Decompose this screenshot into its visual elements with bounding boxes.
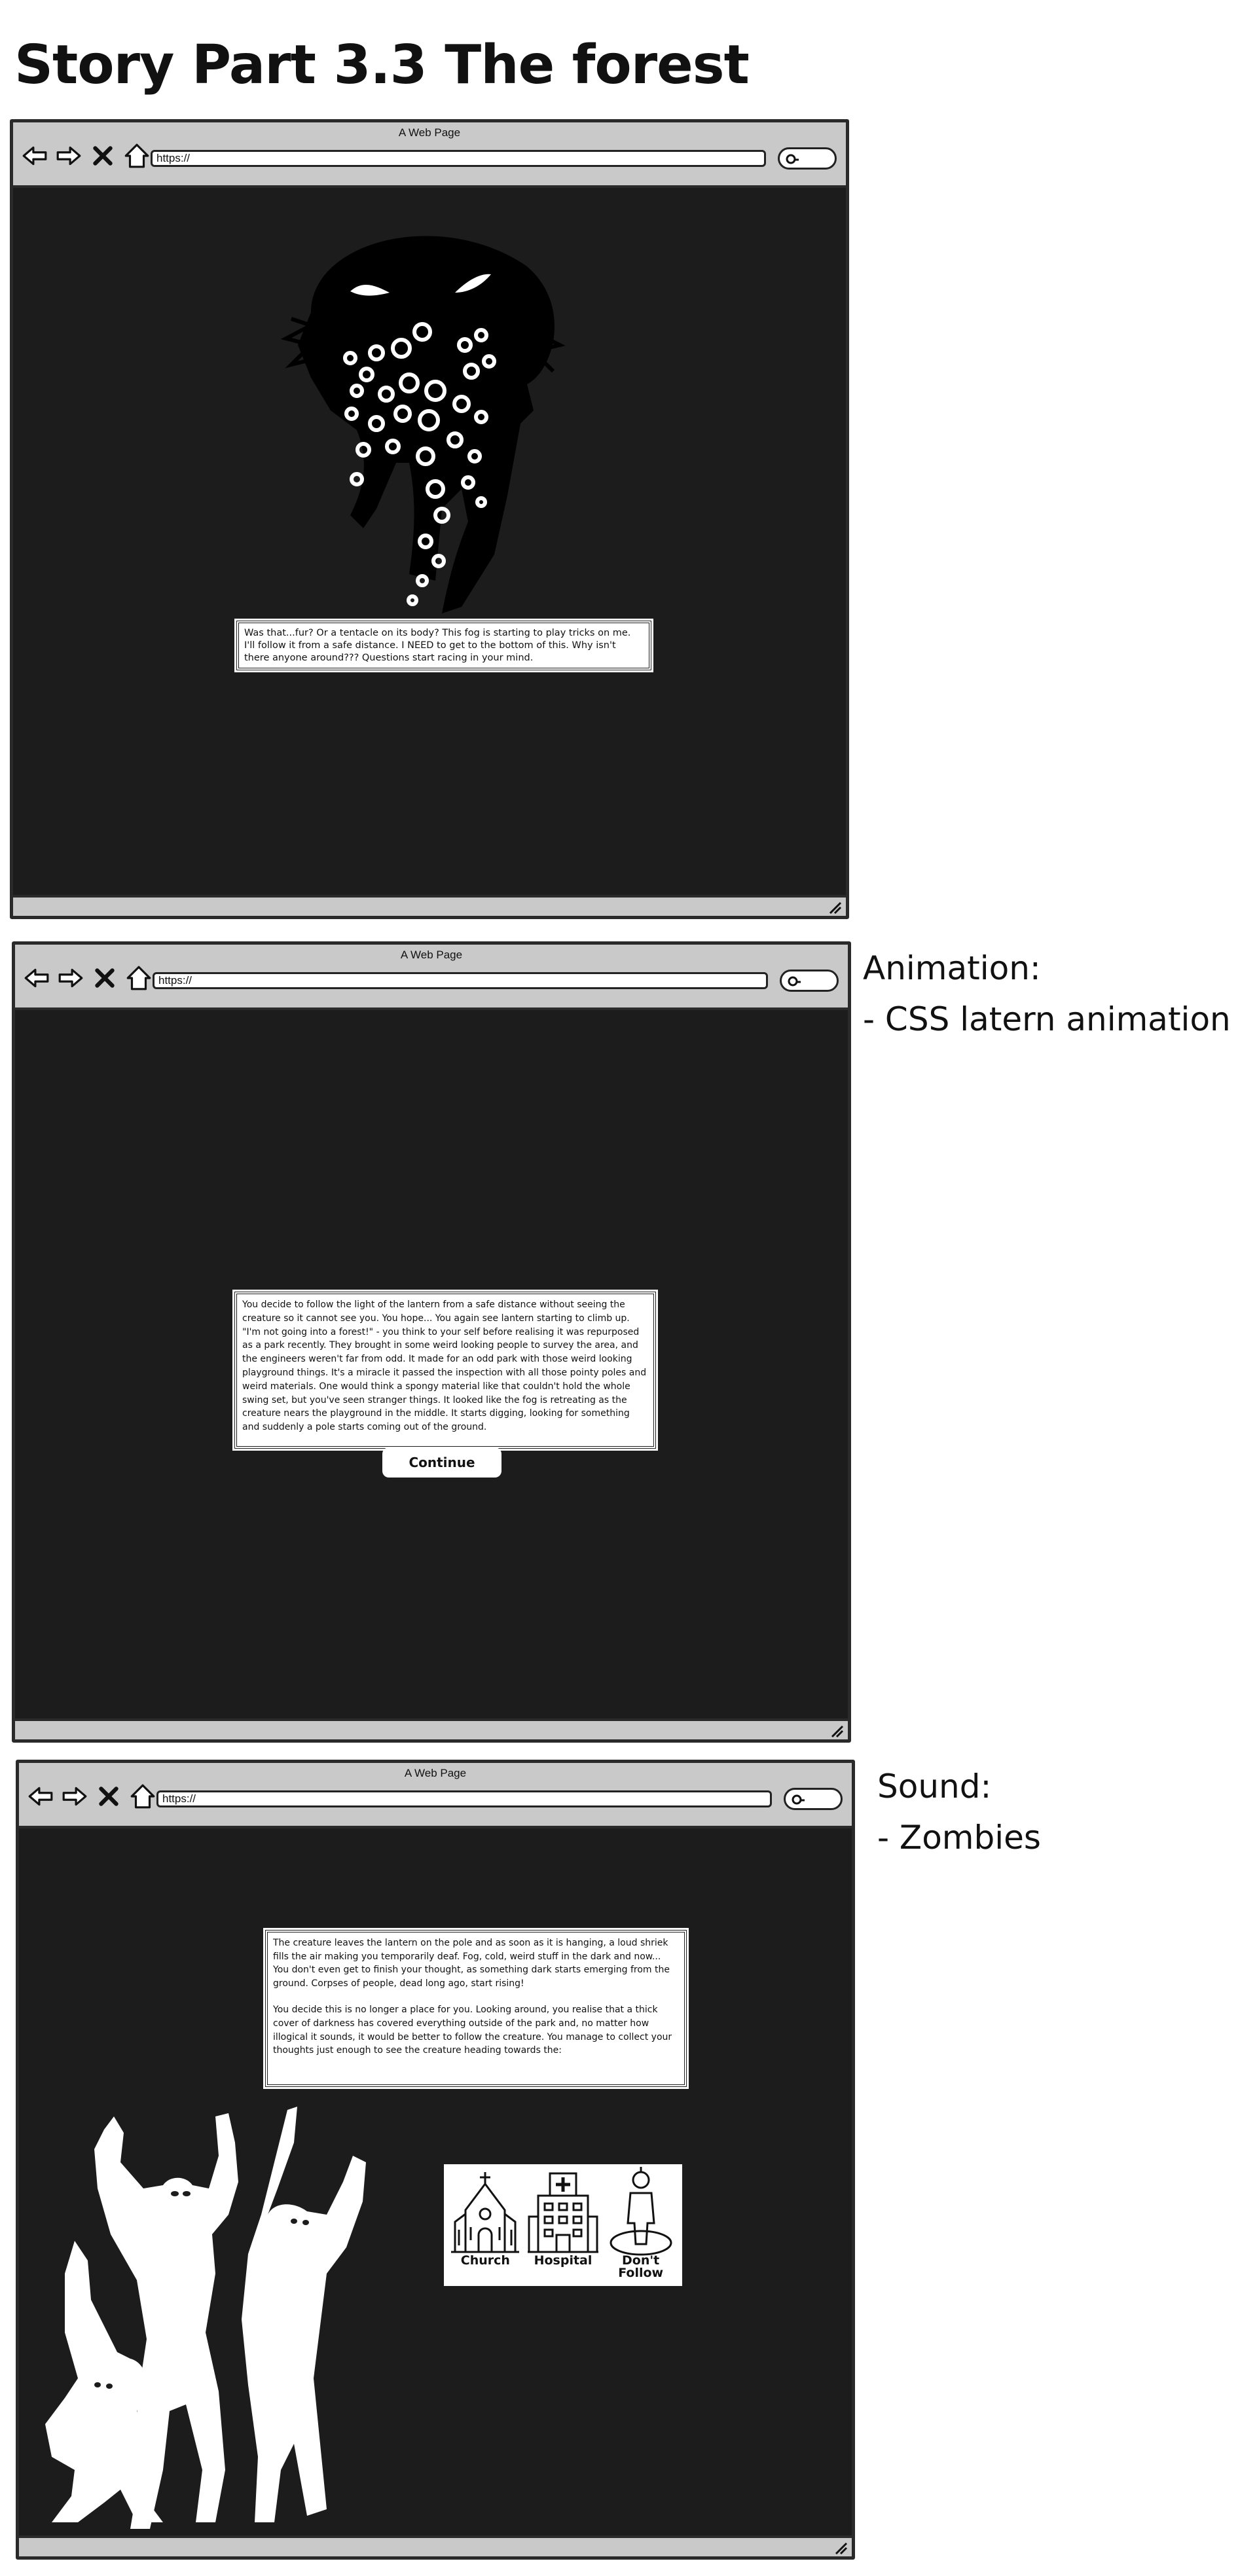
choice-church[interactable]: Church — [447, 2167, 523, 2283]
continue-button[interactable]: Continue — [382, 1447, 501, 1478]
tentacle-creature-illustration — [280, 236, 566, 613]
url-bar[interactable]: https:// — [151, 150, 766, 167]
close-icon[interactable] — [95, 1783, 122, 1810]
search-icon — [788, 976, 801, 987]
search-icon — [792, 1794, 805, 1805]
search-field[interactable] — [778, 147, 837, 170]
animation-note: Animation: - CSS latern animation — [863, 943, 1231, 1045]
close-icon[interactable] — [91, 964, 118, 992]
window-title: A Web Page — [398, 126, 461, 139]
url-bar[interactable]: https:// — [156, 1790, 772, 1807]
back-arrow-icon[interactable] — [23, 964, 50, 992]
back-arrow-icon[interactable] — [21, 142, 48, 170]
story-text-box: Was that...fur? Or a tentacle on its bod… — [234, 619, 653, 672]
church-icon — [451, 2172, 520, 2253]
person-icon — [610, 2167, 672, 2256]
choice-dont-follow-label: Don't Follow — [618, 2253, 664, 2280]
home-icon[interactable] — [123, 142, 151, 170]
destination-choices: Church Hospital Don't Follow — [442, 2162, 684, 2288]
browser-toolbar: A Web Page https:// — [15, 945, 848, 1010]
page-title: Story Part 3.3 The forest — [14, 34, 750, 96]
page-content: You decide to follow the light of the la… — [15, 1010, 848, 1718]
story-text-box: The creature leaves the lantern on the p… — [263, 1928, 689, 2089]
sound-note-heading: Sound: — [877, 1768, 992, 1805]
story-paragraph-1: The creature leaves the lantern on the p… — [273, 1938, 670, 1989]
animation-note-item: - CSS latern animation — [863, 1000, 1231, 1038]
home-icon[interactable] — [125, 964, 153, 992]
forward-arrow-icon[interactable] — [57, 964, 84, 992]
choice-hospital[interactable]: Hospital — [525, 2167, 601, 2283]
browser-window-1: A Web Page https:// Was that...fur? Or a… — [10, 119, 849, 919]
status-bar — [15, 1718, 848, 1739]
forward-arrow-icon[interactable] — [61, 1783, 88, 1810]
sound-note: Sound: - Zombies — [877, 1761, 1041, 1863]
close-icon[interactable] — [89, 142, 117, 170]
choice-hospital-label: Hospital — [534, 2253, 592, 2268]
back-arrow-icon[interactable] — [27, 1783, 54, 1810]
window-title: A Web Page — [400, 949, 463, 961]
hospital-icon — [527, 2172, 598, 2253]
browser-toolbar: A Web Page https:// — [19, 1763, 852, 1828]
page-content: Was that...fur? Or a tentacle on its bod… — [13, 188, 846, 895]
story-text-box: You decide to follow the light of the la… — [232, 1290, 658, 1451]
window-title: A Web Page — [404, 1767, 467, 1779]
url-bar[interactable]: https:// — [153, 972, 768, 989]
story-paragraph-2: You decide this is no longer a place for… — [273, 2005, 672, 2056]
choice-dont-follow[interactable]: Don't Follow — [603, 2167, 679, 2283]
search-field[interactable] — [784, 1788, 843, 1810]
status-bar — [13, 895, 846, 916]
forward-arrow-icon[interactable] — [55, 142, 82, 170]
animation-note-heading: Animation: — [863, 949, 1041, 987]
resize-grip-icon[interactable] — [829, 1724, 844, 1738]
resize-grip-icon[interactable] — [833, 2541, 848, 2555]
search-field[interactable] — [780, 970, 839, 992]
page-content: The creature leaves the lantern on the p… — [19, 1828, 852, 2535]
browser-window-2: A Web Page https:// You decide to follow… — [12, 941, 851, 1743]
choice-church-label: Church — [460, 2253, 510, 2268]
sound-note-item: - Zombies — [877, 1819, 1041, 1857]
status-bar — [19, 2535, 852, 2556]
resize-grip-icon[interactable] — [828, 900, 842, 915]
zombies-illustration — [45, 2107, 366, 2529]
browser-toolbar: A Web Page https:// — [13, 122, 846, 188]
search-icon — [786, 154, 799, 164]
home-icon[interactable] — [129, 1783, 156, 1810]
browser-window-3: A Web Page https:// The creature leaves … — [16, 1760, 855, 2560]
